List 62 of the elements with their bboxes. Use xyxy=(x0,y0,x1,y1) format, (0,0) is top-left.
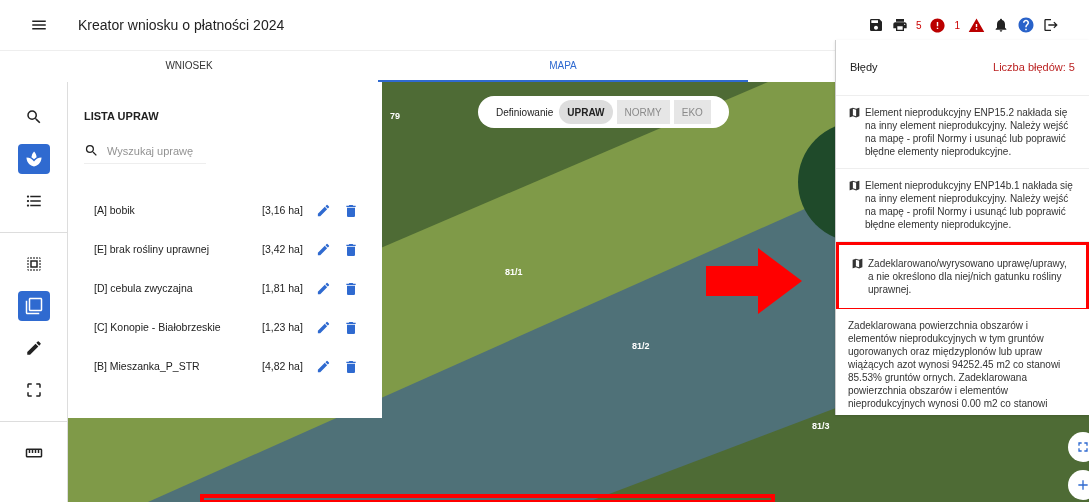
help-icon[interactable] xyxy=(1017,16,1035,34)
crop-name[interactable]: [C] Konopie - Białobrzeskie xyxy=(94,319,262,336)
mode-option[interactable]: UPRAW xyxy=(559,100,613,124)
error-text: Zadeklarowana powierzchnia obszarów i elementów nieprodukcyjnych w tym gruntów ugorowanych oraz międzyplonów lub upraw wiążących azot wynosi 94252.45 m2 co stanowi 85.53% gruntów ornych. Zadeklarowana powierzchnia obszarów i elementów nieprodukcyjnych wynosi 0.00 m2 co stanowi xyxy=(848,319,1062,410)
select-area-icon xyxy=(24,255,43,273)
panel-title: Błędy xyxy=(850,60,878,76)
trash-icon[interactable] xyxy=(343,241,359,258)
trash-icon[interactable] xyxy=(343,202,359,219)
error-item[interactable]: Element nieprodukcyjny ENP15.2 nakłada się na inny element nieprodukcyjny. Należy wejść na mapę - profil Normy i usunąć lub poprawić błędne elementy nieprodukcyjne. xyxy=(836,96,1089,169)
crop-area: [3,16 ha] xyxy=(262,202,316,219)
parcel-label: 79 xyxy=(390,110,400,123)
logout-icon[interactable] xyxy=(1043,17,1059,33)
save-icon[interactable] xyxy=(867,17,884,33)
error-text: Element nieprodukcyjny ENP15.2 nakłada się na inny element nieprodukcyjny. Należy wejść na mapę - profil Normy i usunąć lub poprawić błędne elementy nieprodukcyjne. xyxy=(865,106,1070,158)
error-text: Element nieprodukcyjny ENP14b.1 nakłada się na inny element nieprodukcyjny. Należy wejść na mapę - profil Normy i usunąć lub poprawić błędne elementy nieprodukcyjne. xyxy=(865,179,1074,231)
plant-tool[interactable] xyxy=(17,144,50,174)
crop-area: [1,23 ha] xyxy=(262,319,316,336)
warning-icon[interactable] xyxy=(968,16,985,34)
mode-label: Definiowanie xyxy=(496,105,554,120)
crop-area: [1,81 ha] xyxy=(262,280,316,297)
map-icon xyxy=(848,179,861,192)
fullscreen-button[interactable] xyxy=(1068,432,1089,462)
trash-icon[interactable] xyxy=(343,358,359,375)
error-count: 5 xyxy=(915,18,922,33)
parcel-label: 81/1 xyxy=(505,266,523,279)
map-icon xyxy=(851,257,864,270)
zoom-in-button[interactable] xyxy=(1068,470,1089,500)
crop-name[interactable]: [D] cebula zwyczajna xyxy=(94,280,262,297)
error-icon[interactable] xyxy=(929,16,947,34)
parcel-label: 81/3 xyxy=(812,420,830,433)
panel-title: LISTA UPRAW xyxy=(84,109,159,124)
pencil-icon xyxy=(24,339,43,357)
crop-name[interactable]: [B] Mieszanka_P_STR xyxy=(94,358,262,375)
trash-icon[interactable] xyxy=(343,280,359,297)
pencil-icon[interactable] xyxy=(316,281,331,296)
map-icon xyxy=(848,106,861,119)
bell-icon[interactable] xyxy=(993,17,1009,33)
error-item[interactable]: Element nieprodukcyjny ENP14b.1 nakłada się na inny element nieprodukcyjny. Należy wejść na mapę - profil Normy i usunąć lub poprawić błędne elementy nieprodukcyjne. xyxy=(836,169,1089,242)
trash-icon[interactable] xyxy=(343,319,359,336)
error-item[interactable]: Zadeklarowano/wyrysowano uprawę/uprawy, a nie określono dla niej/nich gatunku rośliny uprawnej. xyxy=(836,242,1089,309)
parcel-label: 81/2 xyxy=(632,340,650,353)
overlapping-squares-tool[interactable] xyxy=(17,291,50,321)
tab[interactable]: WNIOSEK xyxy=(0,51,378,82)
search-icon xyxy=(24,108,43,126)
error-text: Zadeklarowano/wyrysowano uprawę/uprawy, a nie określono dla niej/nich gatunku rośliny uprawnej. xyxy=(868,257,1068,296)
crop-name[interactable]: [E] brak rośliny uprawnej xyxy=(94,241,262,258)
pencil-icon[interactable] xyxy=(316,320,331,335)
fullscreen-icon xyxy=(1075,439,1089,455)
error-total: Liczba błędów: 5 xyxy=(993,60,1075,76)
crop-name[interactable]: [A] bobik xyxy=(94,202,262,219)
plus-icon xyxy=(1075,477,1089,493)
search-field[interactable]: Wyszukaj uprawę xyxy=(84,142,206,164)
plant-icon xyxy=(24,150,43,168)
pencil-icon[interactable] xyxy=(316,359,331,374)
crop-area: [3,42 ha] xyxy=(262,241,316,258)
app-title: Kreator wniosku o płatności 2024 xyxy=(78,15,285,35)
warning-count: 1 xyxy=(954,18,960,33)
pencil-icon[interactable] xyxy=(316,203,331,218)
print-icon[interactable] xyxy=(891,17,908,33)
crop-area: [4,82 ha] xyxy=(262,358,316,375)
pencil-icon[interactable] xyxy=(316,242,331,257)
overlapping-squares-icon xyxy=(24,297,43,315)
